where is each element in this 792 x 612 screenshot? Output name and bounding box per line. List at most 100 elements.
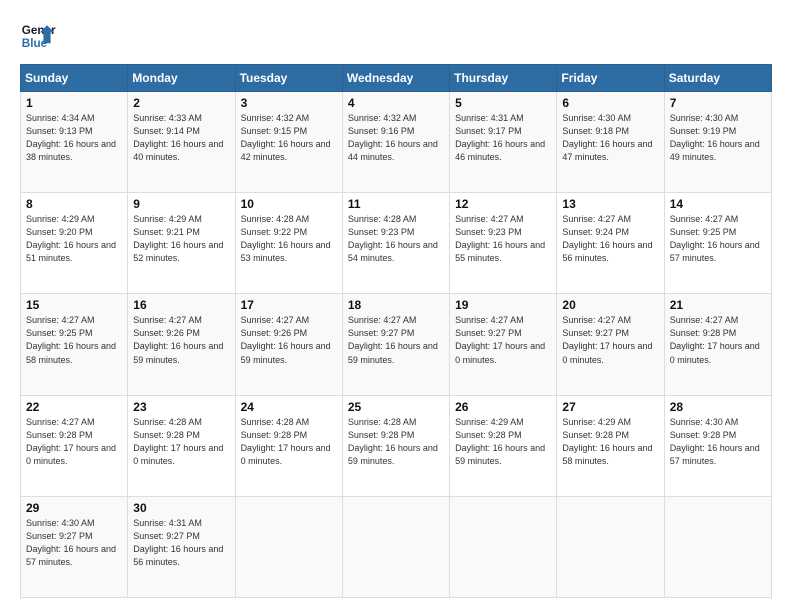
calendar-day-cell: 12 Sunrise: 4:27 AMSunset: 9:23 PMDaylig… [450,193,557,294]
calendar-day-cell: 28 Sunrise: 4:30 AMSunset: 9:28 PMDaylig… [664,395,771,496]
calendar-week-row: 15 Sunrise: 4:27 AMSunset: 9:25 PMDaylig… [21,294,772,395]
day-number: 27 [562,400,658,414]
day-info: Sunrise: 4:33 AMSunset: 9:14 PMDaylight:… [133,113,223,162]
day-number: 3 [241,96,337,110]
day-info: Sunrise: 4:28 AMSunset: 9:22 PMDaylight:… [241,214,331,263]
day-number: 25 [348,400,444,414]
day-number: 12 [455,197,551,211]
day-number: 6 [562,96,658,110]
day-info: Sunrise: 4:30 AMSunset: 9:18 PMDaylight:… [562,113,652,162]
day-number: 11 [348,197,444,211]
header: General Blue [20,18,772,54]
calendar-day-cell: 6 Sunrise: 4:30 AMSunset: 9:18 PMDayligh… [557,92,664,193]
day-of-week-header: Wednesday [342,65,449,92]
day-number: 10 [241,197,337,211]
day-number: 23 [133,400,229,414]
calendar-day-cell: 8 Sunrise: 4:29 AMSunset: 9:20 PMDayligh… [21,193,128,294]
calendar-day-cell: 19 Sunrise: 4:27 AMSunset: 9:27 PMDaylig… [450,294,557,395]
day-of-week-header: Thursday [450,65,557,92]
logo: General Blue [20,18,56,54]
calendar-day-cell [235,496,342,597]
calendar-day-cell: 17 Sunrise: 4:27 AMSunset: 9:26 PMDaylig… [235,294,342,395]
day-number: 22 [26,400,122,414]
day-info: Sunrise: 4:30 AMSunset: 9:27 PMDaylight:… [26,518,116,567]
calendar-day-cell [664,496,771,597]
day-number: 4 [348,96,444,110]
day-number: 19 [455,298,551,312]
calendar-day-cell: 1 Sunrise: 4:34 AMSunset: 9:13 PMDayligh… [21,92,128,193]
logo-icon: General Blue [20,18,56,54]
calendar-week-row: 8 Sunrise: 4:29 AMSunset: 9:20 PMDayligh… [21,193,772,294]
day-number: 30 [133,501,229,515]
calendar-week-row: 1 Sunrise: 4:34 AMSunset: 9:13 PMDayligh… [21,92,772,193]
calendar-day-cell: 26 Sunrise: 4:29 AMSunset: 9:28 PMDaylig… [450,395,557,496]
calendar-day-cell: 25 Sunrise: 4:28 AMSunset: 9:28 PMDaylig… [342,395,449,496]
calendar-day-cell: 15 Sunrise: 4:27 AMSunset: 9:25 PMDaylig… [21,294,128,395]
calendar-day-cell: 24 Sunrise: 4:28 AMSunset: 9:28 PMDaylig… [235,395,342,496]
day-info: Sunrise: 4:32 AMSunset: 9:16 PMDaylight:… [348,113,438,162]
day-number: 8 [26,197,122,211]
calendar-week-row: 29 Sunrise: 4:30 AMSunset: 9:27 PMDaylig… [21,496,772,597]
day-of-week-header: Sunday [21,65,128,92]
day-number: 24 [241,400,337,414]
day-number: 26 [455,400,551,414]
day-info: Sunrise: 4:27 AMSunset: 9:27 PMDaylight:… [562,315,652,364]
day-info: Sunrise: 4:27 AMSunset: 9:24 PMDaylight:… [562,214,652,263]
day-info: Sunrise: 4:27 AMSunset: 9:27 PMDaylight:… [455,315,545,364]
day-info: Sunrise: 4:34 AMSunset: 9:13 PMDaylight:… [26,113,116,162]
day-number: 20 [562,298,658,312]
day-info: Sunrise: 4:27 AMSunset: 9:26 PMDaylight:… [241,315,331,364]
day-number: 2 [133,96,229,110]
day-number: 29 [26,501,122,515]
day-info: Sunrise: 4:30 AMSunset: 9:19 PMDaylight:… [670,113,760,162]
day-number: 21 [670,298,766,312]
day-info: Sunrise: 4:27 AMSunset: 9:26 PMDaylight:… [133,315,223,364]
day-of-week-header: Monday [128,65,235,92]
day-info: Sunrise: 4:27 AMSunset: 9:25 PMDaylight:… [670,214,760,263]
calendar-table: SundayMondayTuesdayWednesdayThursdayFrid… [20,64,772,598]
calendar-day-cell [450,496,557,597]
day-info: Sunrise: 4:28 AMSunset: 9:28 PMDaylight:… [241,417,331,466]
day-number: 15 [26,298,122,312]
calendar-header-row: SundayMondayTuesdayWednesdayThursdayFrid… [21,65,772,92]
calendar-day-cell [342,496,449,597]
calendar-week-row: 22 Sunrise: 4:27 AMSunset: 9:28 PMDaylig… [21,395,772,496]
calendar-day-cell: 14 Sunrise: 4:27 AMSunset: 9:25 PMDaylig… [664,193,771,294]
day-number: 16 [133,298,229,312]
calendar-day-cell: 20 Sunrise: 4:27 AMSunset: 9:27 PMDaylig… [557,294,664,395]
day-info: Sunrise: 4:32 AMSunset: 9:15 PMDaylight:… [241,113,331,162]
calendar-day-cell: 18 Sunrise: 4:27 AMSunset: 9:27 PMDaylig… [342,294,449,395]
calendar-day-cell: 2 Sunrise: 4:33 AMSunset: 9:14 PMDayligh… [128,92,235,193]
day-info: Sunrise: 4:28 AMSunset: 9:23 PMDaylight:… [348,214,438,263]
calendar-day-cell: 10 Sunrise: 4:28 AMSunset: 9:22 PMDaylig… [235,193,342,294]
day-info: Sunrise: 4:31 AMSunset: 9:27 PMDaylight:… [133,518,223,567]
day-info: Sunrise: 4:29 AMSunset: 9:20 PMDaylight:… [26,214,116,263]
day-number: 9 [133,197,229,211]
calendar-day-cell: 7 Sunrise: 4:30 AMSunset: 9:19 PMDayligh… [664,92,771,193]
day-of-week-header: Saturday [664,65,771,92]
day-info: Sunrise: 4:30 AMSunset: 9:28 PMDaylight:… [670,417,760,466]
calendar-day-cell: 21 Sunrise: 4:27 AMSunset: 9:28 PMDaylig… [664,294,771,395]
day-of-week-header: Tuesday [235,65,342,92]
day-info: Sunrise: 4:31 AMSunset: 9:17 PMDaylight:… [455,113,545,162]
day-number: 7 [670,96,766,110]
day-number: 13 [562,197,658,211]
day-info: Sunrise: 4:28 AMSunset: 9:28 PMDaylight:… [348,417,438,466]
day-number: 5 [455,96,551,110]
calendar-day-cell: 27 Sunrise: 4:29 AMSunset: 9:28 PMDaylig… [557,395,664,496]
calendar-day-cell: 13 Sunrise: 4:27 AMSunset: 9:24 PMDaylig… [557,193,664,294]
day-info: Sunrise: 4:29 AMSunset: 9:28 PMDaylight:… [455,417,545,466]
day-of-week-header: Friday [557,65,664,92]
day-info: Sunrise: 4:29 AMSunset: 9:28 PMDaylight:… [562,417,652,466]
day-info: Sunrise: 4:27 AMSunset: 9:25 PMDaylight:… [26,315,116,364]
day-number: 28 [670,400,766,414]
calendar-day-cell: 29 Sunrise: 4:30 AMSunset: 9:27 PMDaylig… [21,496,128,597]
day-number: 1 [26,96,122,110]
day-info: Sunrise: 4:27 AMSunset: 9:23 PMDaylight:… [455,214,545,263]
page: General Blue SundayMondayTuesdayWednesda… [0,0,792,612]
day-number: 18 [348,298,444,312]
calendar-day-cell [557,496,664,597]
day-info: Sunrise: 4:29 AMSunset: 9:21 PMDaylight:… [133,214,223,263]
calendar-day-cell: 23 Sunrise: 4:28 AMSunset: 9:28 PMDaylig… [128,395,235,496]
day-number: 17 [241,298,337,312]
